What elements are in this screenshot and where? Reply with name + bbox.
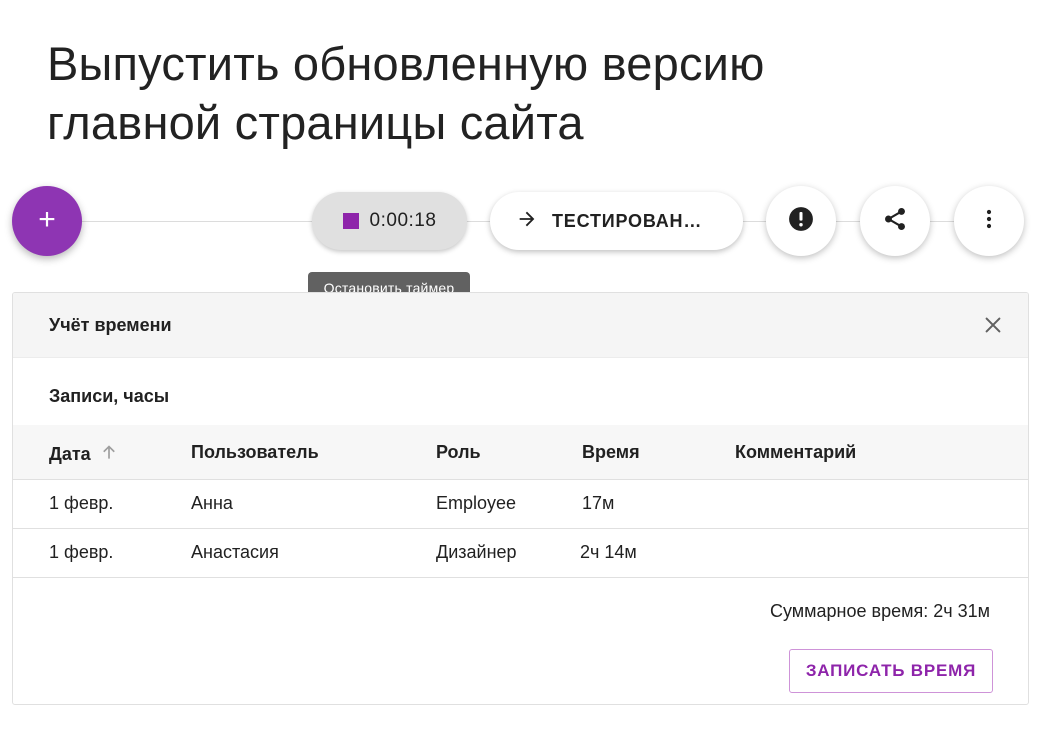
log-time-button[interactable]: ЗАПИСАТЬ ВРЕМЯ: [789, 649, 993, 693]
arrow-right-icon: [516, 208, 538, 235]
timer-value: 0:00:18: [369, 210, 437, 231]
cell-user: Анна: [191, 493, 233, 513]
table-header: Дата Пользователь Роль Время Комментарий: [13, 425, 1028, 480]
status-label: ТЕСТИРОВАН…: [552, 210, 703, 231]
exclamation-circle-icon: [788, 206, 814, 237]
records-title: Записи, часы: [49, 386, 170, 406]
cell-date: 1 февр.: [49, 493, 114, 513]
total-time: Суммарное время: 2ч 31м: [769, 601, 990, 621]
cell-date: 1 февр.: [49, 542, 114, 562]
more-vertical-icon: [977, 207, 1001, 236]
cell-time: 17м: [582, 493, 615, 513]
stop-square-icon: [342, 213, 359, 229]
alert-button[interactable]: [766, 186, 836, 256]
column-date[interactable]: Дата: [49, 442, 119, 467]
table-row[interactable]: 1 февр. Анна Employee 17м: [13, 480, 1028, 529]
arrow-up-icon: [99, 442, 119, 467]
cell-user: Анастасия: [191, 542, 279, 562]
table-row[interactable]: 1 февр. Анастасия Дизайнер 2ч 14м: [13, 529, 1028, 578]
timer-button[interactable]: 0:00:18: [312, 192, 467, 250]
cell-role: Employee: [436, 493, 517, 513]
status-button[interactable]: ТЕСТИРОВАН…: [490, 192, 743, 250]
add-button[interactable]: +: [12, 186, 82, 256]
page-title: Выпустить обновленную версию главной стр…: [47, 37, 765, 149]
task-page: Выпустить обновленную версию главной стр…: [0, 0, 1046, 732]
more-button[interactable]: [954, 186, 1024, 256]
share-icon: [882, 206, 908, 237]
cell-role: Дизайнер: [436, 542, 517, 562]
column-role[interactable]: Роль: [436, 442, 481, 463]
close-icon[interactable]: [982, 314, 1004, 336]
panel-header: Учёт времени: [13, 293, 1028, 358]
plus-icon: +: [38, 203, 56, 236]
column-time[interactable]: Время: [582, 442, 640, 463]
time-tracking-panel: Учёт времени Записи, часы Дата Пользоват…: [12, 292, 1029, 705]
column-comment[interactable]: Комментарий: [735, 442, 856, 463]
share-button[interactable]: [860, 186, 930, 256]
column-user[interactable]: Пользователь: [191, 442, 319, 463]
cell-time: 2ч 14м: [580, 542, 637, 562]
panel-title: Учёт времени: [49, 314, 172, 335]
column-date-label: Дата: [49, 444, 91, 464]
